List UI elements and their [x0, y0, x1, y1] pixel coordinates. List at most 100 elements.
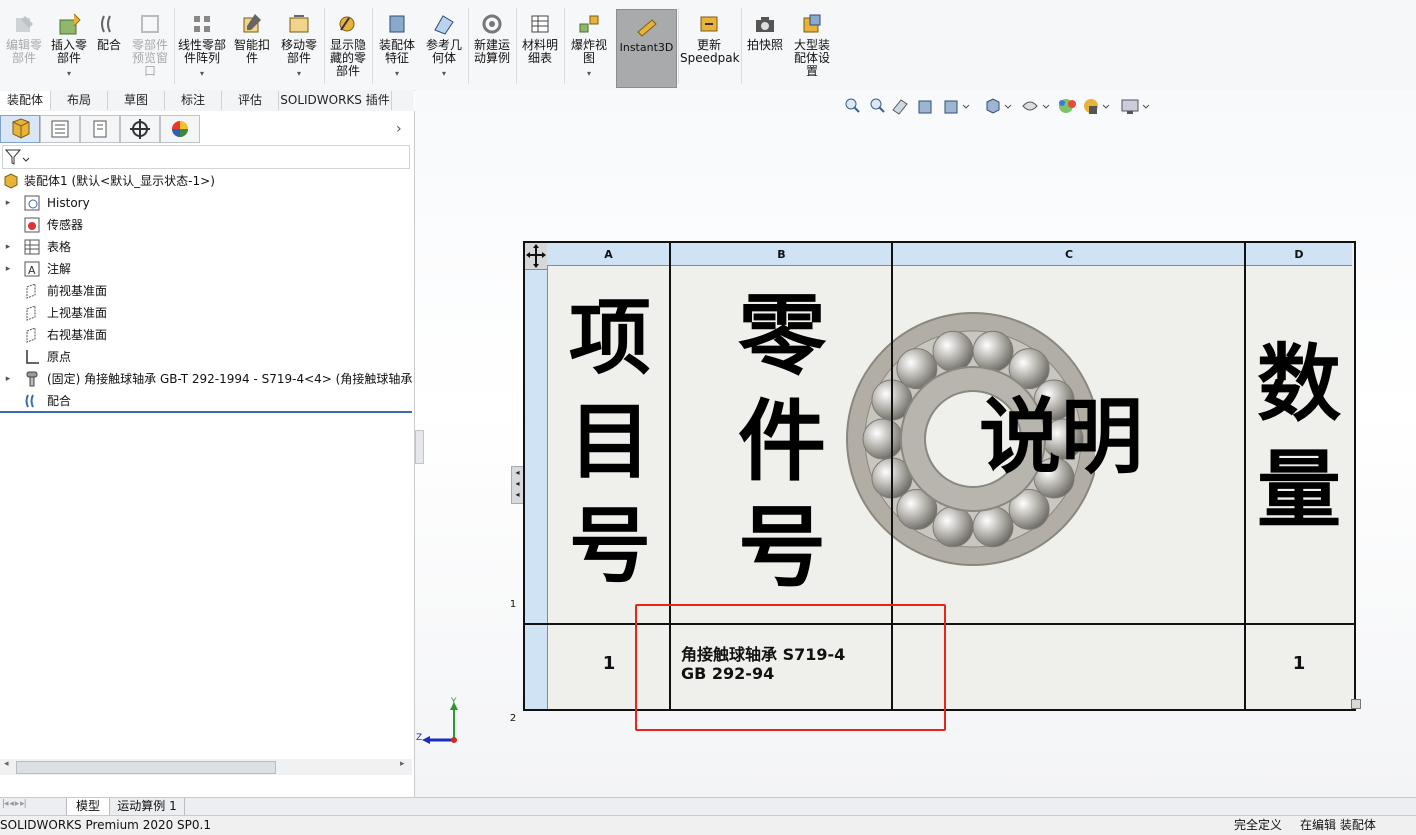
instant3d-button[interactable]: Instant3D [616, 9, 677, 88]
dynamic-annotation-icon[interactable] [944, 100, 970, 114]
update-speedpak-button[interactable]: 更新 Speedpak [680, 8, 740, 86]
tab-markup[interactable]: 标注 [165, 91, 222, 110]
tree-item-label: 表格 [47, 240, 72, 254]
tab-solidworks-addins[interactable]: SOLIDWORKS 插件 [279, 91, 392, 110]
tree-item-top-plane[interactable]: 上视基准面 [0, 302, 414, 324]
edit-appearance-icon[interactable] [1084, 99, 1110, 114]
insert-component-button[interactable]: 插入零 部件 ▾ [48, 8, 90, 86]
property-manager-tab[interactable] [40, 115, 80, 143]
bill-of-materials-icon [527, 12, 553, 36]
move-component-button[interactable]: 移动零 部件 ▾ [276, 8, 322, 86]
chevron-right-icon[interactable]: › [396, 121, 402, 137]
ribbon-divider [324, 8, 325, 84]
assembly-icon [4, 173, 18, 189]
column-header-b[interactable]: B [671, 243, 893, 266]
table-move-handle[interactable] [525, 243, 547, 270]
edit-component-button[interactable]: 编辑零 部件 [2, 8, 46, 86]
tab-motion-study-1[interactable]: 运动算例 1 [110, 798, 185, 815]
column-header-c[interactable]: C [893, 243, 1246, 266]
chevron-down-icon[interactable]: ▾ [374, 67, 420, 80]
command-manager-tabs: 装配体 布局 草图 标注 评估 SOLIDWORKS 插件 [0, 90, 414, 112]
speedpak-icon [696, 12, 722, 36]
exploded-view-label: 爆炸视 图 [570, 38, 607, 65]
mate-button[interactable]: 配合 [92, 8, 126, 86]
column-header-a[interactable]: A [547, 243, 671, 266]
dimxpert-manager-tab[interactable] [120, 115, 160, 143]
property-manager-icon [51, 120, 69, 138]
tab-assembly[interactable]: 装配体 [0, 91, 51, 110]
display-style-icon[interactable] [1022, 101, 1050, 111]
expand-arrow-icon[interactable]: ▸ [3, 192, 13, 214]
tree-item-mates[interactable]: 配合 [0, 390, 414, 412]
expand-arrow-icon[interactable]: ▸ [3, 258, 13, 280]
column-header-d[interactable]: D [1246, 243, 1352, 266]
tree-item-origin[interactable]: 原点 [0, 346, 414, 368]
tree-item-front-plane[interactable]: 前视基准面 [0, 280, 414, 302]
filter-bar[interactable] [2, 145, 410, 169]
tab-model[interactable]: 模型 [66, 798, 110, 816]
cell-qty[interactable]: 1 [1246, 653, 1352, 674]
view-settings-icon[interactable] [1121, 99, 1150, 114]
scrollbar-thumb[interactable] [16, 761, 276, 774]
large-assembly-settings-button[interactable]: 大型装 配体设 置 [790, 8, 834, 86]
reference-geometry-button[interactable]: 参考几 何体 ▾ [422, 8, 466, 86]
view-orientation-icon[interactable] [986, 98, 1012, 114]
ribbon-divider [468, 8, 469, 84]
feature-manager-tab[interactable] [0, 115, 40, 143]
horizontal-scrollbar[interactable]: ◂ ▸ [0, 759, 412, 775]
tree-item-annotations[interactable]: ▸ A 注解 [0, 258, 414, 280]
chevron-down-icon[interactable]: ▾ [422, 67, 466, 80]
display-manager-tab[interactable] [160, 115, 200, 143]
configuration-manager-tab[interactable] [80, 115, 120, 143]
tree-item-sensors[interactable]: 传感器 [0, 214, 414, 236]
chevron-down-icon[interactable]: ▾ [176, 67, 228, 80]
chevron-down-icon[interactable]: ▾ [276, 67, 322, 80]
chevron-down-icon[interactable]: ▾ [48, 67, 90, 80]
chevron-down-icon[interactable]: ▾ [566, 67, 612, 80]
tree-item-history[interactable]: ▸ History [0, 192, 414, 214]
hide-show-items-icon[interactable] [1059, 99, 1076, 113]
expand-arrow-icon[interactable]: ▸ [3, 368, 13, 390]
scroll-left-icon[interactable]: ◂ [4, 759, 9, 769]
command-manager-ribbon: 编辑零 部件 插入零 部件 ▾ 配合 零部件 预览窗 口 线性零部 件阵列 ▾ … [0, 0, 1416, 91]
new-motion-study-button[interactable]: 新建运 动算例 [470, 8, 514, 86]
status-bar: SOLIDWORKS Premium 2020 SP0.1 完全定义 在编辑 装… [0, 815, 1416, 835]
zoom-to-fit-icon[interactable] [845, 98, 860, 113]
configuration-manager-icon [93, 120, 107, 138]
assembly-features-button[interactable]: 装配体 特征 ▾ [374, 8, 420, 86]
bearing-ball [972, 330, 1014, 372]
camera-icon [752, 12, 778, 36]
annotation-icon: A [24, 261, 40, 277]
tab-evaluate[interactable]: 评估 [222, 91, 279, 110]
zoom-to-area-icon[interactable] [870, 98, 885, 113]
take-snapshot-button[interactable]: 拍快照 [744, 8, 786, 86]
panel-collapse-handle[interactable] [415, 430, 424, 464]
exploded-view-button[interactable]: 爆炸视 图 ▾ [566, 8, 612, 86]
row-number-2: 2 [509, 713, 517, 724]
tab-sketch[interactable]: 草图 [108, 91, 165, 110]
bottom-tab-bar: |◂ ◂ ▸ ▸| 模型 运动算例 1 [0, 797, 1416, 816]
scroll-right-icon[interactable]: ▸ [400, 759, 405, 769]
tree-item-bearing-part[interactable]: ▸ (固定) 角接触球轴承 GB-T 292-1994 - S719-4<4> … [0, 368, 414, 390]
edit-component-label: 编辑零 部件 [5, 38, 42, 65]
linear-component-pattern-button[interactable]: 线性零部 件阵列 ▾ [176, 8, 228, 86]
mate-label: 配合 [96, 38, 121, 52]
reference-geometry-icon [431, 12, 457, 36]
table-resize-handle[interactable] [1351, 699, 1361, 709]
large-assembly-settings-label: 大型装 配体设 置 [793, 38, 830, 78]
tree-item-tables[interactable]: ▸ 表格 [0, 236, 414, 258]
status-definition: 完全定义 [1234, 818, 1283, 832]
large-assembly-icon [799, 12, 825, 36]
tree-item-right-plane[interactable]: 右视基准面 [0, 324, 414, 346]
bill-of-materials-button[interactable]: 材料明 细表 [518, 8, 562, 86]
tab-layout[interactable]: 布局 [51, 91, 108, 110]
smart-fasteners-button[interactable]: 智能扣 件 [232, 8, 272, 86]
show-hidden-components-button[interactable]: 显示隐 藏的零 部件 [326, 8, 370, 86]
filter-icon [4, 149, 30, 165]
expand-arrow-icon[interactable]: ▸ [3, 236, 13, 258]
history-icon [24, 195, 40, 211]
tab-nav-arrows-icon[interactable]: |◂ ◂ ▸ ▸| [2, 799, 27, 809]
component-preview-window-button[interactable]: 零部件 预览窗 口 [128, 8, 172, 86]
previous-view-icon[interactable] [892, 99, 908, 115]
section-view-icon[interactable] [918, 100, 932, 114]
